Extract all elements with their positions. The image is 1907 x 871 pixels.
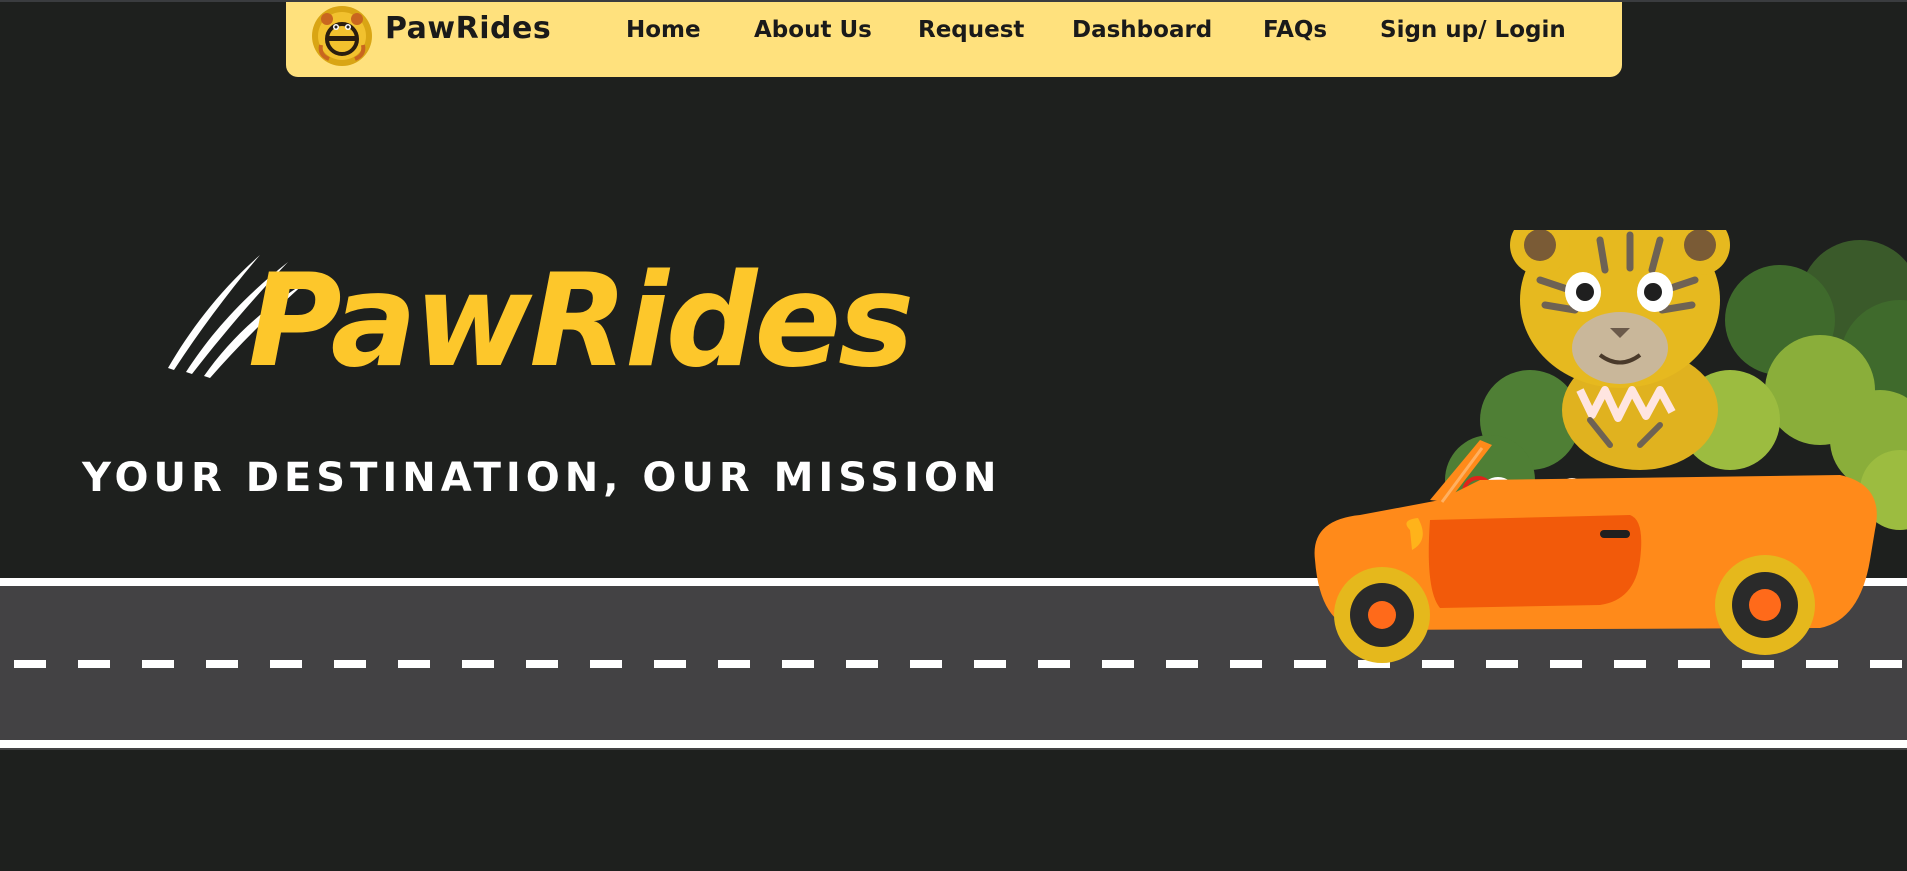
nav-link-about-us[interactable]: About Us (754, 17, 872, 43)
car (1314, 440, 1877, 663)
nav-link-home[interactable]: Home (626, 17, 701, 43)
nav-link-faqs[interactable]: FAQs (1263, 17, 1327, 43)
tiger-logo-icon[interactable] (311, 5, 373, 67)
navbar: PawRides Home About Us Request Dashboard… (286, 2, 1622, 77)
nav-link-dashboard[interactable]: Dashboard (1072, 17, 1212, 43)
hero-title: PawRides (248, 247, 914, 396)
road-bottom-edge (0, 740, 1907, 748)
tiger-driving-car-illustration (1314, 230, 1907, 663)
hero-tagline: YOUR DESTINATION, OUR MISSION (82, 455, 1002, 501)
nav-brand[interactable]: PawRides (385, 11, 551, 46)
nav-link-request[interactable]: Request (918, 17, 1024, 43)
nav-link-signup-login[interactable]: Sign up/ Login (1380, 17, 1566, 43)
page: PawRides Home About Us Request Dashboard… (0, 0, 1907, 871)
